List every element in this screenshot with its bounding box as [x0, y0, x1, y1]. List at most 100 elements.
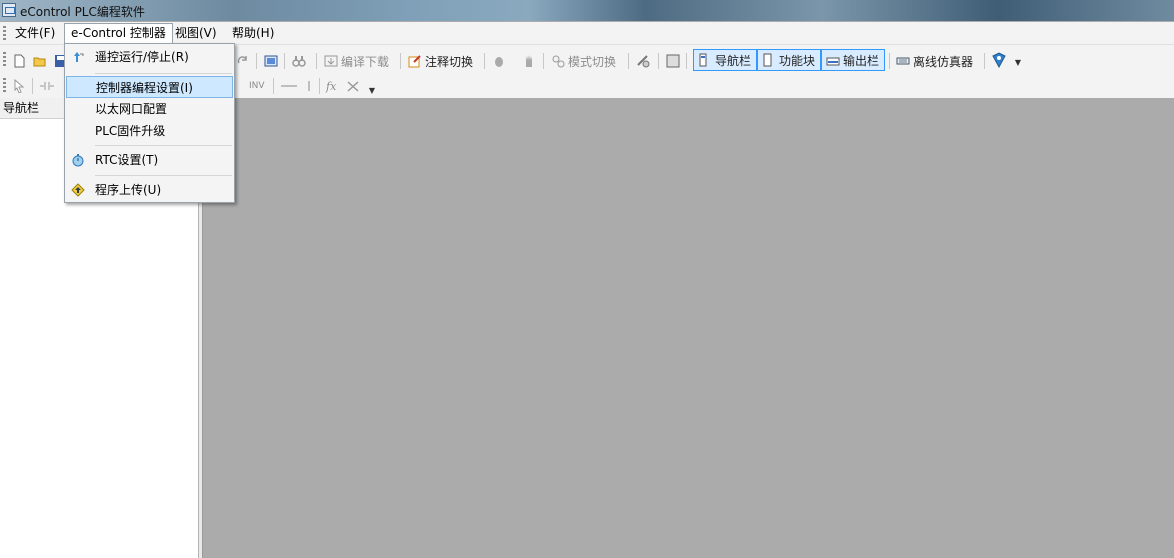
monitor-button[interactable] — [264, 51, 281, 71]
toolbar-separator — [984, 53, 985, 69]
menu-item-plc-firmware-upgrade[interactable]: PLC固件升级 — [66, 120, 233, 142]
redo-button[interactable] — [236, 51, 253, 71]
nav-bar-toggle[interactable]: 导航栏 — [693, 49, 757, 71]
stop-hand-button[interactable] — [522, 51, 539, 71]
toolbar-separator — [686, 53, 687, 69]
monitor-icon — [264, 55, 278, 67]
menu-help[interactable]: 帮助(H) — [226, 24, 280, 42]
title-bar: eControl PLC编程软件 — [0, 0, 1174, 21]
menu-item-rtc-settings[interactable]: RTC设置(T) — [66, 149, 233, 171]
convert-icon — [637, 55, 650, 68]
menu-item-program-upload[interactable]: 程序上传(U) — [66, 179, 233, 201]
mode-switch-button[interactable]: 模式切换 — [551, 51, 616, 71]
toolbar-separator — [628, 53, 629, 69]
function-block-toggle[interactable]: 功能块 — [757, 49, 821, 71]
new-file-icon — [14, 54, 25, 68]
offline-simulator-label: 离线仿真器 — [913, 54, 974, 69]
menu-separator — [95, 145, 232, 146]
nav-bar-icon — [699, 53, 707, 67]
toolbar-overflow-chevron[interactable]: ▼ — [1014, 57, 1022, 69]
menubar-grip[interactable] — [3, 26, 6, 40]
toolbar2-grip[interactable] — [3, 78, 6, 92]
convert-button[interactable] — [636, 51, 653, 71]
contact-no-button[interactable] — [40, 76, 57, 96]
new-file-button[interactable] — [12, 51, 29, 71]
comment-toggle-label: 注释切换 — [425, 54, 474, 69]
compile-download-icon — [324, 55, 338, 67]
workspace-area — [203, 98, 1174, 558]
stopwatch-icon — [72, 154, 84, 167]
toolbar-separator — [400, 53, 401, 69]
redo-icon — [237, 56, 247, 64]
horizontal-line-icon — [281, 85, 297, 87]
menu-item-label: PLC固件升级 — [95, 124, 166, 138]
nav-bar-label: 导航栏 — [715, 53, 752, 68]
fx-label: fx — [326, 79, 337, 93]
help-book-icon — [992, 52, 1006, 68]
find-button[interactable] — [292, 51, 309, 71]
output-bar-toggle[interactable]: 输出栏 — [821, 49, 885, 71]
mode-switch-label: 模式切换 — [568, 54, 617, 69]
debug-button[interactable] — [492, 51, 509, 71]
menu-separator — [95, 73, 232, 74]
toolbar-separator — [484, 53, 485, 69]
open-file-button[interactable] — [33, 51, 50, 71]
output-bar-label: 输出栏 — [843, 53, 880, 68]
horizontal-line-button[interactable] — [281, 76, 300, 96]
toolbar-separator — [319, 78, 320, 94]
menu-item-label: RTC设置(T) — [95, 153, 159, 167]
toolbar-separator — [273, 78, 274, 94]
help-book-button[interactable] — [991, 50, 1010, 70]
delete-function-icon — [347, 81, 359, 92]
menu-item-label: 遥控运行/停止(R) — [95, 50, 189, 64]
toolbar-separator — [543, 53, 544, 69]
inv-button[interactable]: INV — [249, 76, 265, 96]
toolbar-separator — [316, 53, 317, 69]
offline-simulator-button[interactable]: 离线仿真器 — [896, 51, 973, 71]
window-toggle-button[interactable] — [666, 51, 683, 71]
remote-run-icon — [74, 52, 84, 62]
comment-toggle-icon — [408, 55, 421, 68]
toolbar-separator — [658, 53, 659, 69]
toolbar-separator — [889, 53, 890, 69]
compile-download-label: 编译下载 — [341, 54, 390, 69]
toolbar-separator — [256, 53, 257, 69]
pointer-icon — [14, 79, 25, 93]
vertical-line-button[interactable] — [305, 76, 316, 96]
menu-item-label: 程序上传(U) — [95, 183, 162, 197]
menu-bar: 文件(F) e-Control 控制器 视图(V) 帮助(H) — [0, 22, 1174, 45]
function-block-icon — [763, 53, 772, 67]
delete-function-button[interactable] — [346, 76, 363, 96]
binoculars-icon — [292, 56, 306, 67]
contact-icon — [40, 82, 54, 90]
function-button[interactable]: fx — [326, 76, 336, 96]
output-bar-icon — [826, 57, 840, 66]
toolbar-separator — [284, 53, 285, 69]
toolbar-separator — [32, 78, 33, 94]
bug-icon — [495, 57, 503, 67]
toolbar2-overflow-chevron[interactable]: ▼ — [368, 85, 376, 97]
menu-view[interactable]: 视图(V) — [169, 24, 223, 42]
compile-download-button[interactable]: 编译下载 — [324, 51, 389, 71]
square-icon — [666, 54, 680, 68]
econtrol-dropdown-menu: 遥控运行/停止(R) 控制器编程设置(I) 以太网口配置 PLC固件升级 RTC… — [64, 43, 235, 203]
function-block-label: 功能块 — [779, 53, 816, 68]
menu-econtrol[interactable]: e-Control 控制器 — [64, 23, 173, 43]
menu-item-label: 控制器编程设置(I) — [96, 81, 193, 95]
upload-icon — [71, 183, 85, 197]
comment-toggle-button[interactable]: 注释切换 — [408, 51, 473, 71]
app-icon — [2, 3, 16, 17]
inv-label: INV — [249, 81, 265, 91]
menu-item-ethernet-config[interactable]: 以太网口配置 — [66, 98, 233, 120]
toolbar-grip[interactable] — [3, 52, 6, 66]
window-title: eControl PLC编程软件 — [20, 5, 145, 19]
hand-icon — [526, 55, 532, 67]
keyboard-icon — [896, 57, 910, 65]
menu-item-remote-run-stop[interactable]: 遥控运行/停止(R) — [66, 46, 233, 68]
vertical-line-icon — [308, 81, 310, 91]
open-folder-icon — [33, 57, 46, 67]
select-pointer-button[interactable] — [12, 76, 29, 96]
menu-item-controller-programming-settings[interactable]: 控制器编程设置(I) — [66, 76, 233, 98]
menu-item-label: 以太网口配置 — [95, 102, 168, 116]
menu-file[interactable]: 文件(F) — [9, 24, 61, 42]
